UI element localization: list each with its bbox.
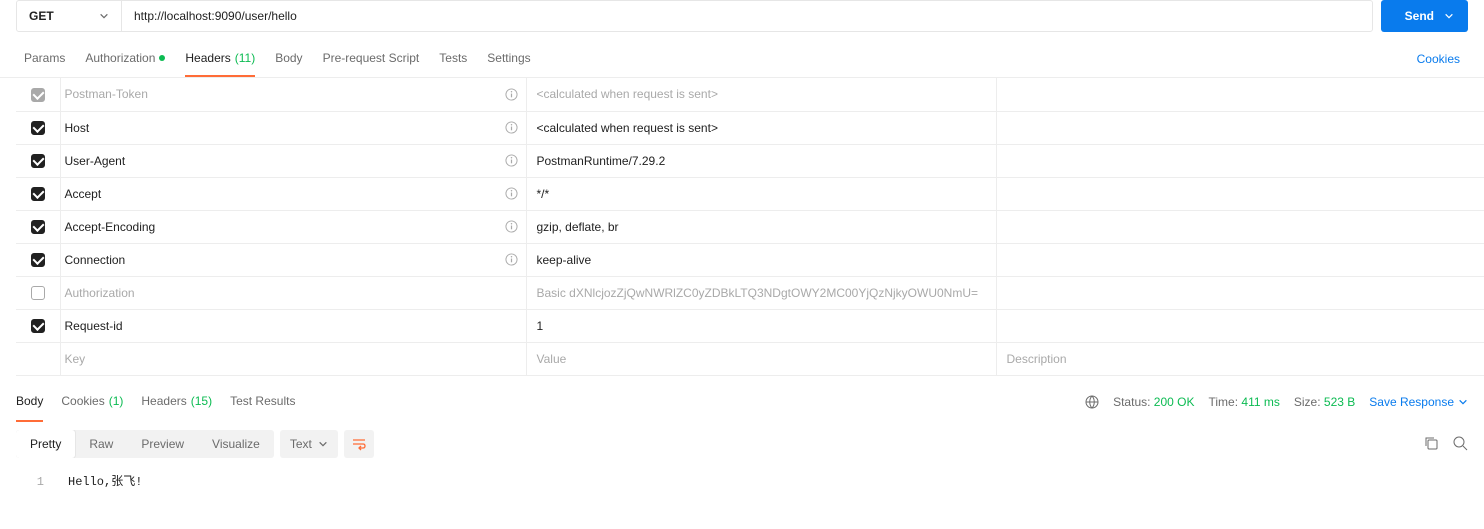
tab-tests[interactable]: Tests <box>439 40 467 77</box>
desc-placeholder[interactable]: Description <box>996 342 1484 375</box>
format-select[interactable]: Text <box>280 430 338 458</box>
table-row: Accept */* <box>16 177 1484 210</box>
url-input[interactable] <box>122 1 1372 31</box>
view-raw[interactable]: Raw <box>75 430 127 458</box>
header-checkbox[interactable] <box>31 319 45 333</box>
headers-table: Postman-Token <calculated when request is… <box>16 78 1484 376</box>
info-icon[interactable] <box>505 187 518 200</box>
tab-prerequest[interactable]: Pre-request Script <box>323 40 420 77</box>
chevron-down-icon <box>318 439 328 449</box>
table-row: Postman-Token <calculated when request is… <box>16 78 1484 111</box>
copy-icon[interactable] <box>1424 436 1439 451</box>
wrap-lines-button[interactable] <box>344 430 374 458</box>
table-row: Accept-Encoding gzip, deflate, br <box>16 210 1484 243</box>
header-checkbox[interactable] <box>31 88 45 102</box>
header-key[interactable]: Postman-Token <box>65 87 148 101</box>
request-url-bar: GET <box>16 0 1373 32</box>
chevron-down-icon <box>1458 397 1468 407</box>
resp-tab-headers[interactable]: Headers(15) <box>141 382 212 422</box>
send-button[interactable]: Send <box>1381 0 1468 32</box>
view-preview[interactable]: Preview <box>127 430 198 458</box>
auth-modified-dot <box>159 55 165 61</box>
search-icon[interactable] <box>1453 436 1468 451</box>
header-key[interactable]: Accept <box>65 187 102 201</box>
header-value[interactable]: Basic dXNlcjozZjQwNWRlZC0yZDBkLTQ3NDgtOW… <box>537 286 979 300</box>
wrap-icon <box>352 437 366 451</box>
resp-tab-cookies[interactable]: Cookies(1) <box>61 382 123 422</box>
globe-icon[interactable] <box>1085 395 1099 409</box>
info-icon[interactable] <box>505 253 518 266</box>
header-value[interactable]: 1 <box>537 319 544 333</box>
chevron-down-icon[interactable] <box>1444 11 1454 21</box>
response-text: Hello,张飞! <box>68 472 142 489</box>
header-value[interactable]: keep-alive <box>537 253 592 267</box>
header-value[interactable]: <calculated when request is sent> <box>537 121 718 135</box>
size-label: Size: 523 B <box>1294 395 1355 409</box>
header-checkbox[interactable] <box>31 154 45 168</box>
tab-body[interactable]: Body <box>275 40 302 77</box>
tab-authorization[interactable]: Authorization <box>85 40 165 77</box>
info-icon[interactable] <box>505 154 518 167</box>
header-key[interactable]: User-Agent <box>65 154 126 168</box>
chevron-down-icon <box>99 11 109 21</box>
tab-params[interactable]: Params <box>24 40 65 77</box>
status-label: Status: 200 OK <box>1113 395 1194 409</box>
header-checkbox[interactable] <box>31 253 45 267</box>
view-mode-segment: Pretty Raw Preview Visualize <box>16 430 274 458</box>
header-checkbox[interactable] <box>31 286 45 300</box>
save-response-button[interactable]: Save Response <box>1369 395 1468 409</box>
info-icon[interactable] <box>505 121 518 134</box>
header-checkbox[interactable] <box>31 220 45 234</box>
table-row: Authorization Basic dXNlcjozZjQwNWRlZC0yZ… <box>16 276 1484 309</box>
header-checkbox[interactable] <box>31 187 45 201</box>
header-key[interactable]: Connection <box>65 253 126 267</box>
method-label: GET <box>29 9 54 23</box>
header-value[interactable]: <calculated when request is sent> <box>537 87 718 101</box>
header-checkbox[interactable] <box>31 121 45 135</box>
view-pretty[interactable]: Pretty <box>16 430 75 458</box>
table-row: Connection keep-alive <box>16 243 1484 276</box>
response-body: 1 Hello,张飞! <box>0 466 1484 529</box>
method-select[interactable]: GET <box>17 1 122 31</box>
resp-tab-body[interactable]: Body <box>16 382 43 422</box>
send-label: Send <box>1405 9 1434 23</box>
table-row: User-Agent PostmanRuntime/7.29.2 <box>16 144 1484 177</box>
header-key[interactable]: Authorization <box>65 286 135 300</box>
line-number: 1 <box>16 475 44 489</box>
table-row: Host <calculated when request is sent> <box>16 111 1484 144</box>
value-placeholder[interactable]: Value <box>526 342 996 375</box>
cookies-link[interactable]: Cookies <box>1417 52 1460 66</box>
info-icon[interactable] <box>505 88 518 101</box>
key-placeholder[interactable]: Key <box>60 342 526 375</box>
resp-tab-test-results[interactable]: Test Results <box>230 382 295 422</box>
header-key[interactable]: Accept-Encoding <box>65 220 156 234</box>
table-row: Request-id 1 <box>16 309 1484 342</box>
header-key[interactable]: Request-id <box>65 319 123 333</box>
header-value[interactable]: PostmanRuntime/7.29.2 <box>537 154 666 168</box>
tab-headers[interactable]: Headers(11) <box>185 40 255 77</box>
info-icon[interactable] <box>505 220 518 233</box>
header-value[interactable]: gzip, deflate, br <box>537 220 619 234</box>
header-value[interactable]: */* <box>537 187 550 201</box>
header-key[interactable]: Host <box>65 121 90 135</box>
table-row-new[interactable]: KeyValueDescription <box>16 342 1484 375</box>
tab-settings[interactable]: Settings <box>487 40 530 77</box>
view-visualize[interactable]: Visualize <box>198 430 274 458</box>
time-label: Time: 411 ms <box>1209 395 1280 409</box>
